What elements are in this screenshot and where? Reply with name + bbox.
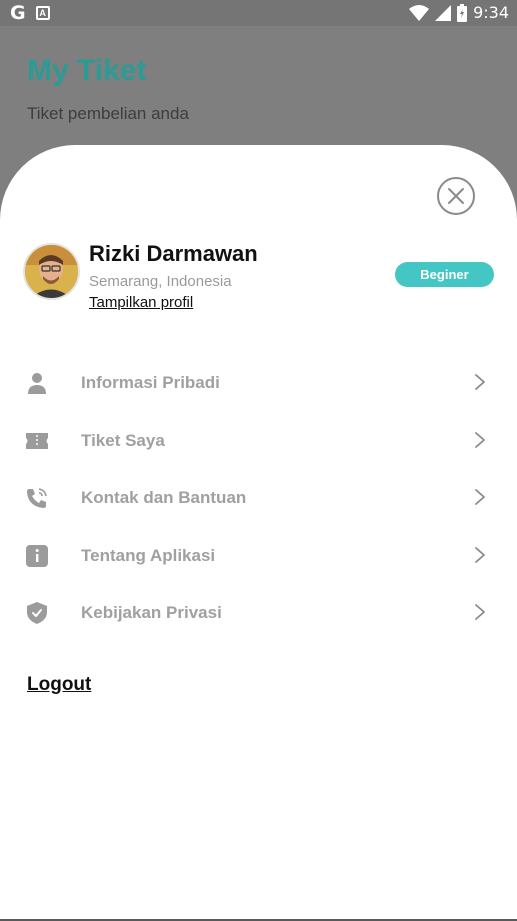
level-badge: Beginer [395, 262, 494, 287]
chevron-right-icon [475, 604, 485, 620]
wifi-icon [409, 5, 430, 21]
ticket-icon [26, 430, 48, 452]
menu-item-tentang-aplikasi[interactable]: Tentang Aplikasi [0, 528, 517, 586]
menu-item-kontak-dan-bantuan[interactable]: Kontak dan Bantuan [0, 470, 517, 528]
menu-item-label: Kontak dan Bantuan [81, 488, 247, 507]
menu-item-informasi-pribadi[interactable]: Informasi Pribadi [0, 355, 517, 413]
phone-icon [26, 487, 48, 509]
chevron-right-icon [475, 489, 485, 505]
battery-icon [457, 4, 468, 22]
menu-item-kebijakan-privasi[interactable]: Kebijakan Privasi [0, 585, 517, 643]
google-icon: G [10, 2, 26, 24]
avatar-image [25, 245, 78, 298]
profile-location: Semarang, Indonesia [89, 273, 232, 290]
menu-list: Informasi Pribadi Tiket Saya Kontak dan … [0, 355, 517, 643]
person-icon [26, 372, 48, 394]
status-time: 9:34 [473, 3, 509, 22]
shield-icon [26, 602, 48, 624]
notification-icon: A [35, 6, 50, 20]
status-bar: G A 9:34 [0, 0, 517, 26]
status-bar-left: G A [10, 3, 50, 23]
info-icon [26, 544, 48, 567]
close-button[interactable] [437, 177, 475, 215]
menu-item-label: Kebijakan Privasi [81, 603, 222, 622]
close-icon [448, 188, 464, 204]
menu-item-label: Informasi Pribadi [81, 373, 220, 392]
avatar [23, 243, 80, 300]
profile-name: Rizki Darmawan [89, 241, 258, 266]
menu-item-label: Tentang Aplikasi [81, 545, 216, 565]
chevron-right-icon [475, 431, 485, 448]
chevron-right-icon [475, 374, 485, 390]
status-bar-right: 9:34 [409, 3, 509, 23]
page-subtitle: Tiket pembelian anda [27, 104, 189, 123]
signal-icon [435, 5, 452, 21]
menu-item-tiket-saya[interactable]: Tiket Saya [0, 413, 517, 471]
menu-item-label: Tiket Saya [81, 430, 165, 450]
page-title: My Tiket [27, 54, 147, 87]
show-profile-link[interactable]: Tampilkan profil [89, 294, 193, 311]
chevron-right-icon [475, 546, 485, 563]
logout-link[interactable]: Logout [27, 674, 91, 696]
profile-sheet: Rizki Darmawan Semarang, Indonesia Tampi… [0, 145, 517, 921]
